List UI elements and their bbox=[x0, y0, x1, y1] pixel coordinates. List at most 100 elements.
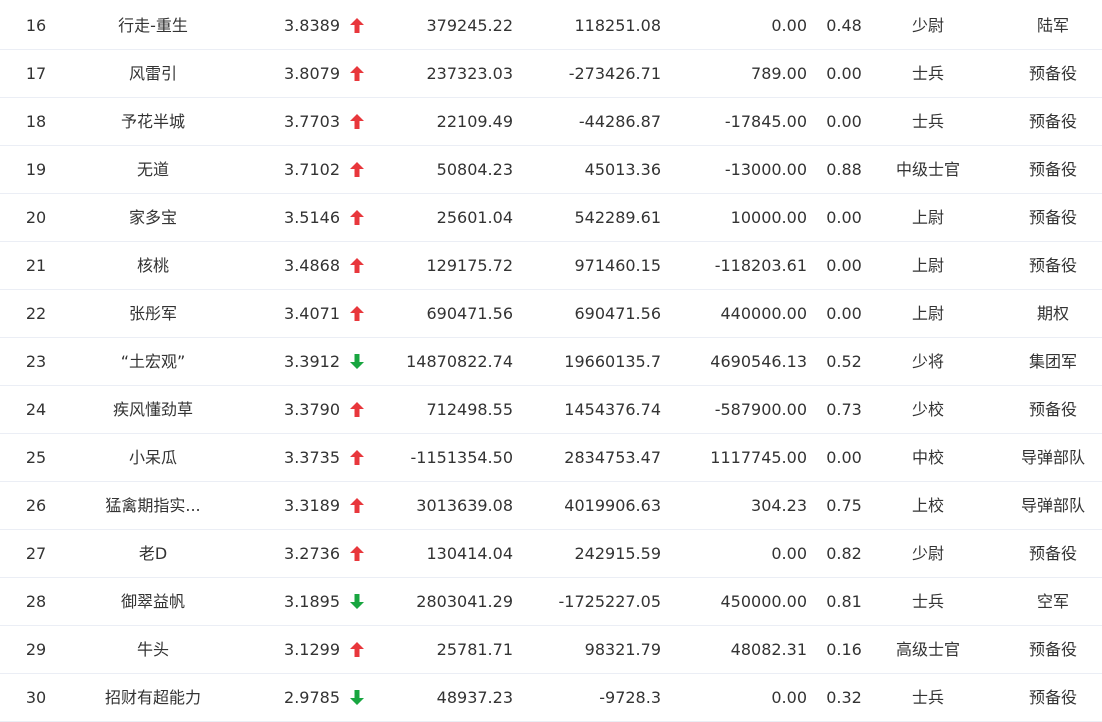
ratio-cell: 0.75 bbox=[826, 496, 862, 515]
ratio-cell: 0.82 bbox=[826, 544, 862, 563]
title-cell: 中校 bbox=[911, 448, 944, 467]
value-1-cell: -1151354.50 bbox=[410, 448, 513, 467]
name-cell: 御翠益帆 bbox=[120, 592, 185, 611]
score-cell: 3.8079 bbox=[284, 64, 340, 83]
table-row[interactable]: 21 核桃 3.4868 129175.72 971460.15 -118203.61 0.… bbox=[0, 242, 1102, 290]
value-1-cell: 237323.03 bbox=[426, 64, 513, 83]
score-cell: 3.7102 bbox=[284, 160, 340, 179]
table-row[interactable]: 19 无道 3.7102 50804.23 45013.36 -13000.00 0.88 中… bbox=[0, 146, 1102, 194]
table-row[interactable]: 18 予花半城 3.7703 22109.49 -44286.87 -17845.00 0.… bbox=[0, 98, 1102, 146]
value-1-cell: 2803041.29 bbox=[416, 592, 513, 611]
branch-cell: 空军 bbox=[1036, 592, 1069, 611]
title-cell: 上尉 bbox=[911, 256, 944, 275]
value-2-cell: -9728.3 bbox=[599, 688, 661, 707]
table-row[interactable]: 24 疾风懂劲草 3.3790 712498.55 1454376.74 -587900.… bbox=[0, 386, 1102, 434]
score-cell: 3.1895 bbox=[284, 592, 340, 611]
value-2-cell: 971460.15 bbox=[574, 256, 661, 275]
value-3-cell: 1117745.00 bbox=[710, 448, 807, 467]
name-cell: “土宏观” bbox=[120, 352, 186, 371]
rank-cell: 25 bbox=[25, 448, 47, 467]
rank-cell: 19 bbox=[25, 160, 47, 179]
value-2-cell: 4019906.63 bbox=[564, 496, 661, 515]
rank-cell: 29 bbox=[25, 640, 47, 659]
rank-cell: 22 bbox=[25, 304, 47, 323]
score-cell: 3.2736 bbox=[284, 544, 340, 563]
branch-cell: 预备役 bbox=[1028, 256, 1077, 275]
trend-cell bbox=[346, 50, 368, 97]
table-row[interactable]: 27 老D 3.2736 130414.04 242915.59 0.00 0.82 少尉 预备… bbox=[0, 530, 1102, 578]
name-cell: 牛头 bbox=[136, 640, 169, 659]
arrow-down-icon bbox=[350, 690, 364, 705]
name-cell: 家多宝 bbox=[128, 208, 177, 227]
arrow-up-icon bbox=[350, 258, 364, 273]
value-1-cell: 690471.56 bbox=[426, 304, 513, 323]
ratio-cell: 0.00 bbox=[826, 208, 862, 227]
value-1-cell: 48937.23 bbox=[436, 688, 513, 707]
arrow-up-icon bbox=[350, 18, 364, 33]
score-cell: 3.3735 bbox=[284, 448, 340, 467]
title-cell: 少尉 bbox=[911, 16, 944, 35]
name-cell: 疾风懂劲草 bbox=[112, 400, 193, 419]
rank-cell: 27 bbox=[25, 544, 47, 563]
value-1-cell: 129175.72 bbox=[426, 256, 513, 275]
table-row[interactable]: 25 小呆瓜 3.3735 -1151354.50 2834753.47 1117745.… bbox=[0, 434, 1102, 482]
rank-cell: 30 bbox=[25, 688, 47, 707]
name-cell: 张彤军 bbox=[128, 304, 177, 323]
ratio-cell: 0.00 bbox=[826, 64, 862, 83]
ratio-cell: 0.00 bbox=[826, 112, 862, 131]
ratio-cell: 0.48 bbox=[826, 16, 862, 35]
value-1-cell: 712498.55 bbox=[426, 400, 513, 419]
value-2-cell: -1725227.05 bbox=[558, 592, 661, 611]
title-cell: 士兵 bbox=[911, 592, 944, 611]
rank-cell: 20 bbox=[25, 208, 47, 227]
ranking-table: 16 行走-重生 3.8389 379245.22 118251.08 0.00 0.48 少… bbox=[0, 0, 1102, 722]
table-row[interactable]: 29 牛头 3.1299 25781.71 98321.79 48082.31 0.16 高级… bbox=[0, 626, 1102, 674]
arrow-up-icon bbox=[350, 546, 364, 561]
ratio-cell: 0.00 bbox=[826, 448, 862, 467]
table-row[interactable]: 16 行走-重生 3.8389 379245.22 118251.08 0.00 0.48 少… bbox=[0, 2, 1102, 50]
ratio-cell: 0.00 bbox=[826, 304, 862, 323]
score-cell: 3.3189 bbox=[284, 496, 340, 515]
trend-cell bbox=[346, 434, 368, 481]
table-row[interactable]: 30 招财有超能力 2.9785 48937.23 -9728.3 0.00 0.32 士兵 预… bbox=[0, 674, 1102, 722]
rank-cell: 17 bbox=[25, 64, 47, 83]
trend-cell bbox=[346, 530, 368, 577]
arrow-up-icon bbox=[350, 450, 364, 465]
title-cell: 上校 bbox=[911, 496, 944, 515]
trend-cell bbox=[346, 578, 368, 625]
value-3-cell: 0.00 bbox=[771, 688, 807, 707]
rank-cell: 16 bbox=[25, 16, 47, 35]
ratio-cell: 0.73 bbox=[826, 400, 862, 419]
trend-cell bbox=[346, 242, 368, 289]
value-1-cell: 50804.23 bbox=[436, 160, 513, 179]
value-1-cell: 3013639.08 bbox=[416, 496, 513, 515]
rank-cell: 21 bbox=[25, 256, 47, 275]
name-cell: 小呆瓜 bbox=[128, 448, 177, 467]
value-2-cell: -44286.87 bbox=[578, 112, 661, 131]
ratio-cell: 0.32 bbox=[826, 688, 862, 707]
name-cell: 招财有超能力 bbox=[104, 688, 201, 707]
rank-cell: 24 bbox=[25, 400, 47, 419]
table-row[interactable]: 28 御翠益帆 3.1895 2803041.29 -1725227.05 450000.… bbox=[0, 578, 1102, 626]
ratio-cell: 0.16 bbox=[826, 640, 862, 659]
rank-cell: 18 bbox=[25, 112, 47, 131]
table-row[interactable]: 17 风雷引 3.8079 237323.03 -273426.71 789.00 0.00… bbox=[0, 50, 1102, 98]
branch-cell: 预备役 bbox=[1028, 64, 1077, 83]
value-2-cell: 690471.56 bbox=[574, 304, 661, 323]
value-2-cell: 1454376.74 bbox=[564, 400, 661, 419]
table-row[interactable]: 23 “土宏观” 3.3912 14870822.74 19660135.7 469054… bbox=[0, 338, 1102, 386]
trend-cell bbox=[346, 338, 368, 385]
trend-cell bbox=[346, 290, 368, 337]
table-row[interactable]: 20 家多宝 3.5146 25601.04 542289.61 10000.00 0.00… bbox=[0, 194, 1102, 242]
branch-cell: 预备役 bbox=[1028, 688, 1077, 707]
arrow-up-icon bbox=[350, 642, 364, 657]
value-3-cell: -13000.00 bbox=[724, 160, 807, 179]
table-row[interactable]: 22 张彤军 3.4071 690471.56 690471.56 440000.00 0.… bbox=[0, 290, 1102, 338]
name-cell: 老D bbox=[138, 544, 168, 563]
branch-cell: 陆军 bbox=[1036, 16, 1069, 35]
branch-cell: 预备役 bbox=[1028, 400, 1077, 419]
branch-cell: 预备役 bbox=[1028, 160, 1077, 179]
table-row[interactable]: 26 猛禽期指实... 3.3189 3013639.08 4019906.63 304.… bbox=[0, 482, 1102, 530]
value-1-cell: 22109.49 bbox=[436, 112, 513, 131]
value-2-cell: 118251.08 bbox=[574, 16, 661, 35]
